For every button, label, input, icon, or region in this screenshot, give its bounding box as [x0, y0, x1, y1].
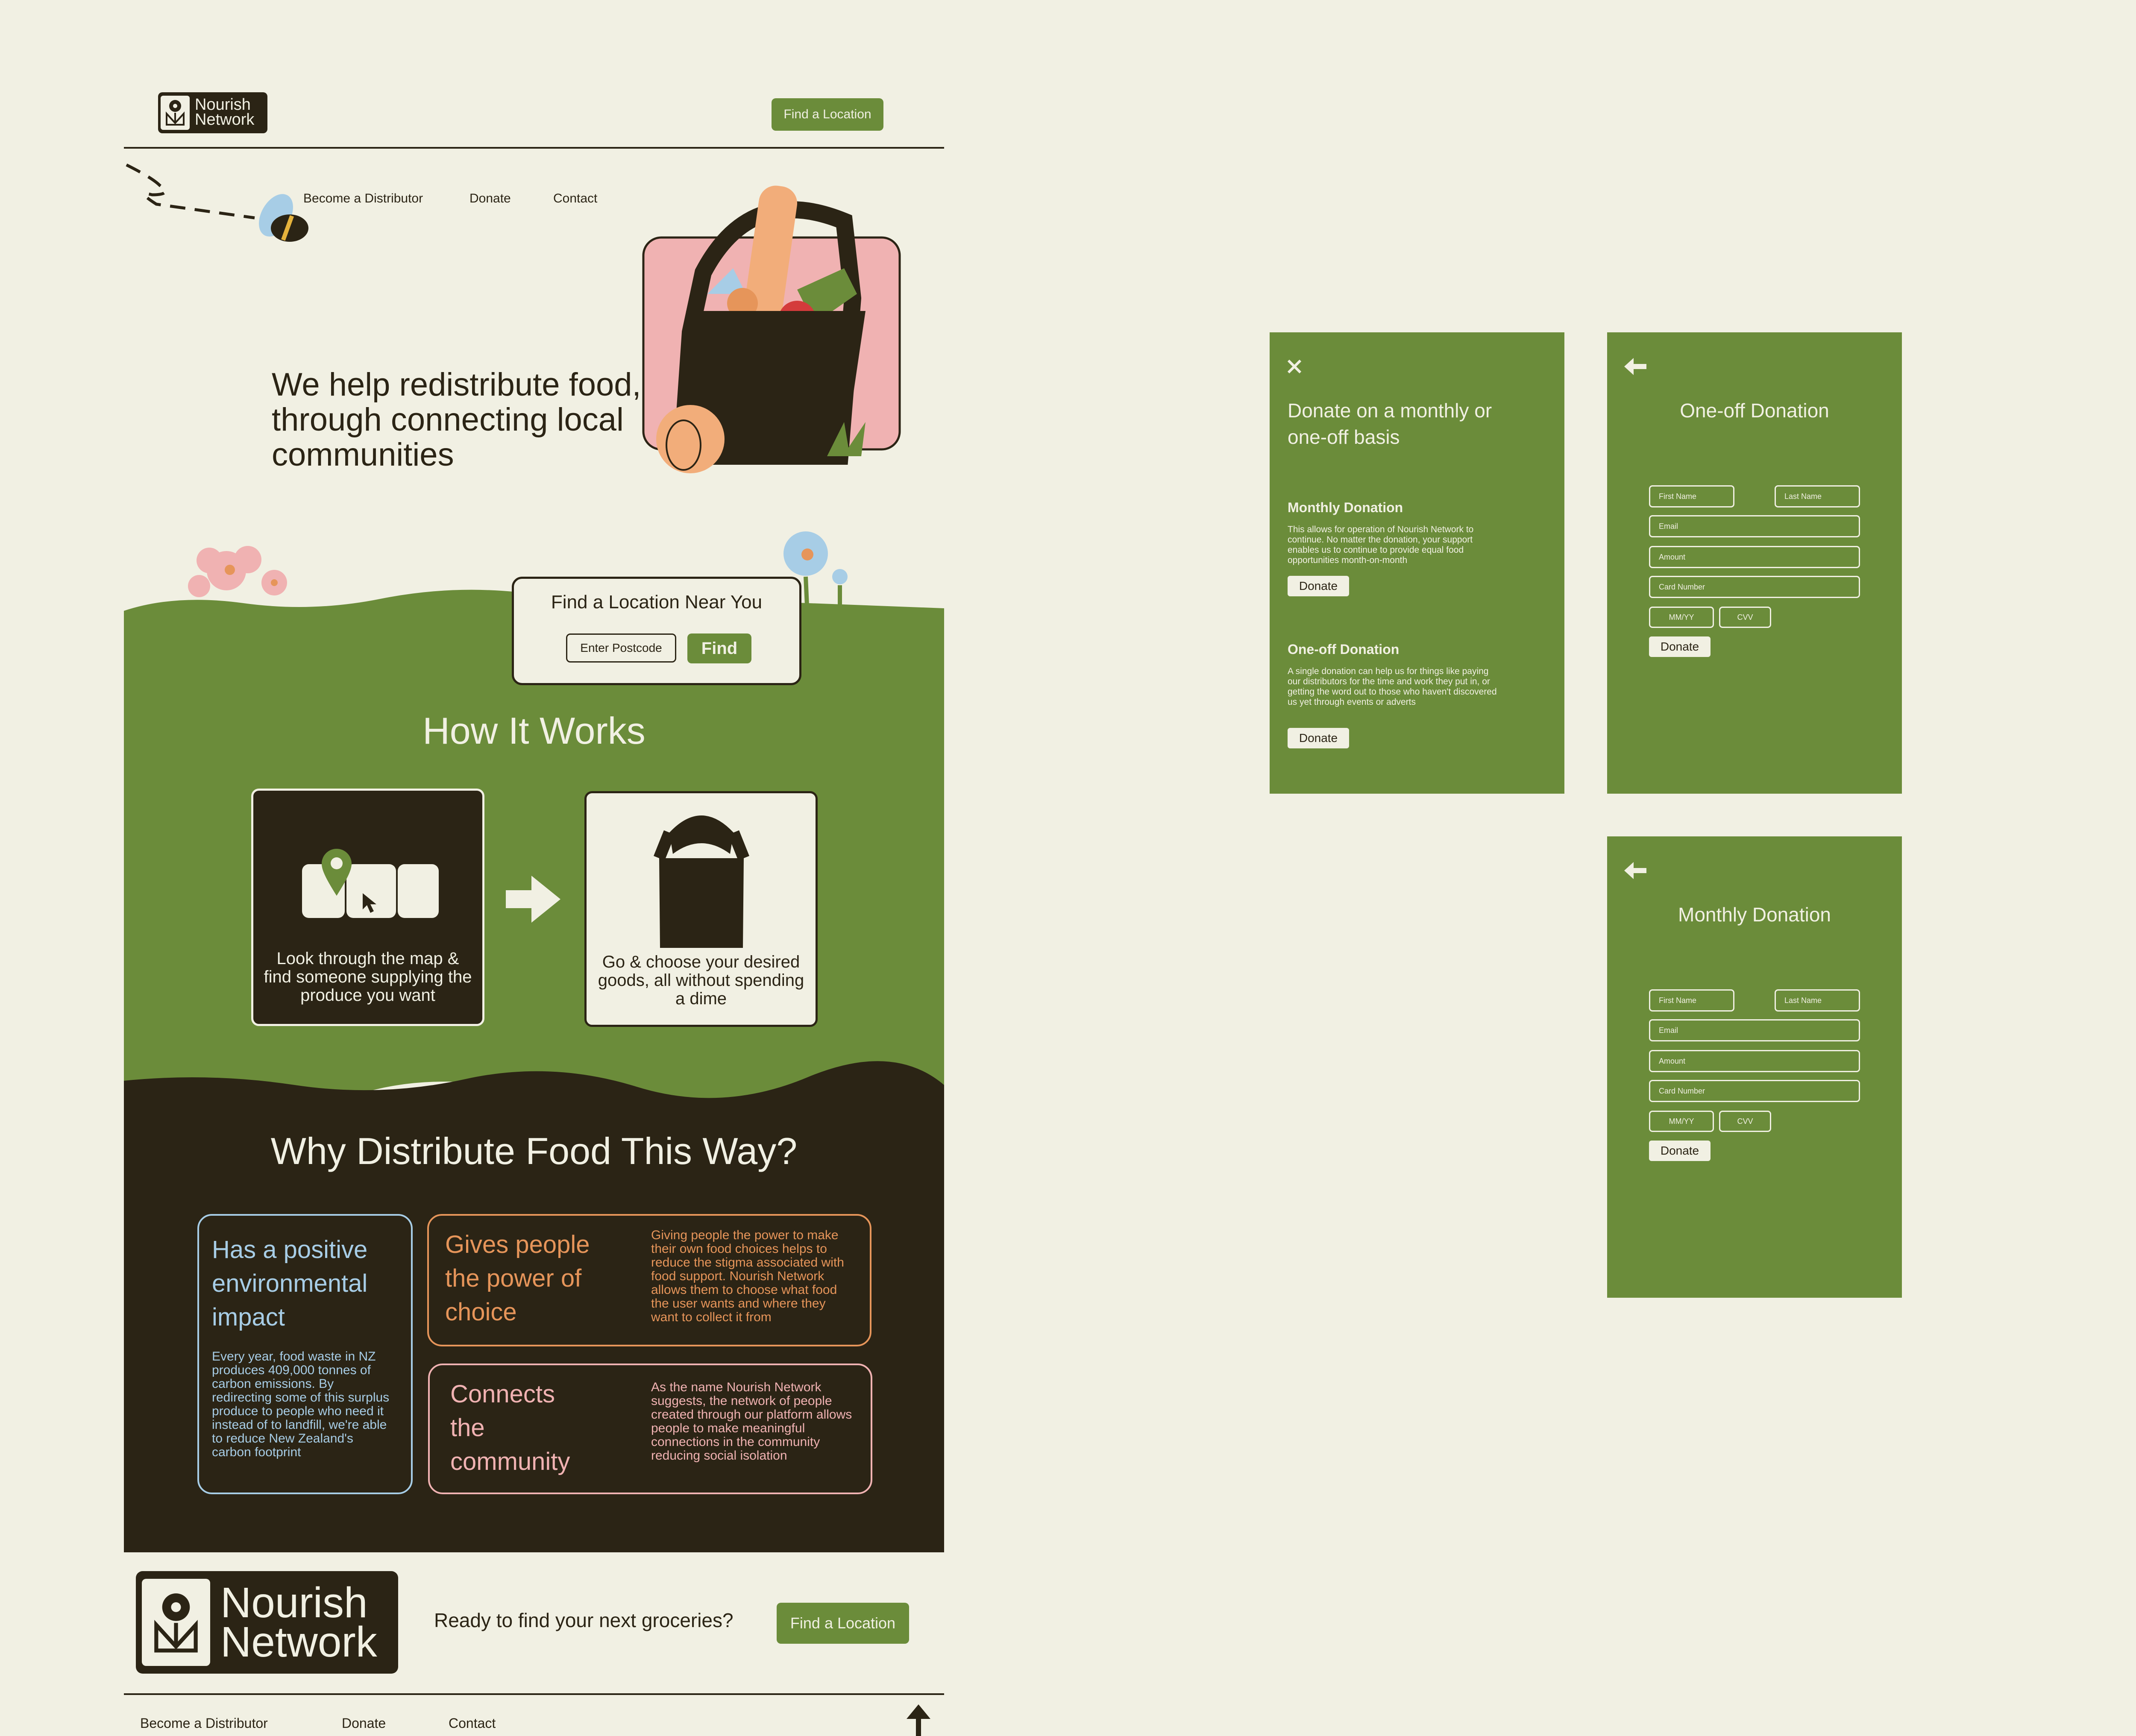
nav-contact[interactable]: Contact [553, 191, 597, 206]
logo-line-1: Nourish [195, 96, 251, 114]
monthly-heading: Monthly Donation [1288, 500, 1403, 515]
back-arrow-icon[interactable] [1624, 862, 1646, 879]
email-field[interactable]: Email [1649, 515, 1860, 537]
footer-nav-become-distributor[interactable]: Become a Distributor [140, 1715, 268, 1731]
location-pin-icon [322, 849, 352, 896]
header-divider [124, 147, 944, 149]
expiry-field[interactable]: MM/YY [1649, 1111, 1714, 1132]
step-card-bag: Go & choose your desired goods, all with… [584, 791, 818, 1027]
donate-options-panel: Donate on a monthly or one-off basis Mon… [1270, 332, 1564, 794]
find-button[interactable]: Find [687, 633, 751, 663]
first-name-field[interactable]: First Name [1649, 989, 1734, 1012]
monthly-form-title: Monthly Donation [1678, 903, 1831, 926]
close-icon[interactable] [1287, 359, 1302, 374]
postcode-input[interactable]: Enter Postcode [566, 633, 676, 663]
why-card-body: Every year, food waste in NZ produces 40… [212, 1349, 390, 1459]
cvv-field[interactable]: CVV [1719, 1111, 1771, 1132]
flower-icon [188, 546, 287, 597]
step-text: Go & choose your desired goods, all with… [598, 953, 804, 1008]
find-location-title: Find a Location Near You [551, 592, 763, 613]
nav-become-distributor[interactable]: Become a Distributor [303, 191, 423, 206]
step-card-map: Look through the map & find someone supp… [251, 789, 484, 1026]
nav-donate[interactable]: Donate [469, 191, 511, 206]
amount-field[interactable]: Amount [1649, 546, 1860, 568]
monthly-donate-button[interactable]: Donate [1288, 576, 1349, 596]
cvv-field[interactable]: CVV [1719, 607, 1771, 628]
why-card-choice: Gives people the power of choice Giving … [427, 1214, 871, 1346]
card-number-field[interactable]: Card Number [1649, 1080, 1860, 1102]
footer-find-location-button[interactable]: Find a Location [777, 1603, 909, 1644]
why-card-heading: Has a positive environmental impact [212, 1236, 368, 1331]
monthly-donation-form: Monthly Donation First Name Last Name Em… [1607, 836, 1902, 1298]
why-title: Why Distribute Food This Way? [270, 1130, 798, 1172]
flower-logo-icon [154, 1593, 198, 1653]
arrow-right-icon [506, 876, 560, 923]
how-it-works-title: How It Works [423, 710, 645, 752]
monthly-description: This allows for operation of Nourish Net… [1288, 525, 1474, 565]
why-card-body: As the name Nourish Network suggests, th… [651, 1380, 852, 1463]
footer-nav-donate[interactable]: Donate [342, 1715, 386, 1731]
flower-logo-icon [166, 100, 185, 126]
why-card-community: Connects the community As the name Nouri… [428, 1364, 872, 1494]
oneoff-donate-button[interactable]: Donate [1288, 728, 1349, 748]
grocery-bag-illustration [642, 185, 901, 473]
back-arrow-icon[interactable] [1624, 358, 1646, 375]
oneoff-submit-button[interactable]: Donate [1649, 636, 1711, 657]
footer-question: Ready to find your next groceries? [434, 1609, 734, 1631]
bee-icon [126, 163, 308, 242]
card-number-field[interactable]: Card Number [1649, 576, 1860, 598]
logo-line-2: Network [220, 1618, 377, 1666]
hero-title: We help redistribute food, through conne… [272, 367, 641, 473]
monthly-submit-button[interactable]: Donate [1649, 1141, 1711, 1161]
amount-field[interactable]: Amount [1649, 1050, 1860, 1072]
logo-line-1: Nourish [220, 1579, 368, 1627]
footer-nav-contact[interactable]: Contact [449, 1715, 496, 1731]
email-field[interactable]: Email [1649, 1019, 1860, 1041]
why-card-heading: Gives people the power of choice [445, 1231, 590, 1326]
arrow-up-icon[interactable] [907, 1704, 930, 1736]
cursor-icon [363, 893, 376, 913]
why-card-body: Giving people the power to make their ow… [651, 1228, 844, 1324]
last-name-field[interactable]: Last Name [1775, 485, 1860, 507]
header-find-location-button[interactable]: Find a Location [772, 98, 883, 131]
bag-icon [654, 815, 749, 948]
why-card-environment: Has a positive environmental impact Ever… [197, 1214, 413, 1494]
step-text: Look through the map & find someone supp… [264, 949, 472, 1005]
oneoff-form-title: One-off Donation [1680, 399, 1829, 422]
find-location-card: Find a Location Near You Enter Postcode … [512, 577, 801, 685]
expiry-field[interactable]: MM/YY [1649, 607, 1714, 628]
logo-line-2: Network [195, 110, 255, 129]
footer-divider [124, 1693, 944, 1695]
header-logo[interactable]: Nourish Network [158, 92, 267, 133]
oneoff-description: A single donation can help us for things… [1288, 666, 1497, 707]
why-card-heading: Connects the community [450, 1380, 570, 1475]
oneoff-heading: One-off Donation [1288, 642, 1400, 657]
first-name-field[interactable]: First Name [1649, 485, 1734, 507]
footer-logo[interactable]: Nourish Network [136, 1571, 398, 1674]
oneoff-donation-form: One-off Donation First Name Last Name Em… [1607, 332, 1902, 794]
last-name-field[interactable]: Last Name [1775, 989, 1860, 1012]
donate-panel-title: Donate on a monthly or one-off basis [1288, 399, 1492, 448]
landing-page: Nourish Network Become a Distributor Don… [124, 85, 944, 1736]
